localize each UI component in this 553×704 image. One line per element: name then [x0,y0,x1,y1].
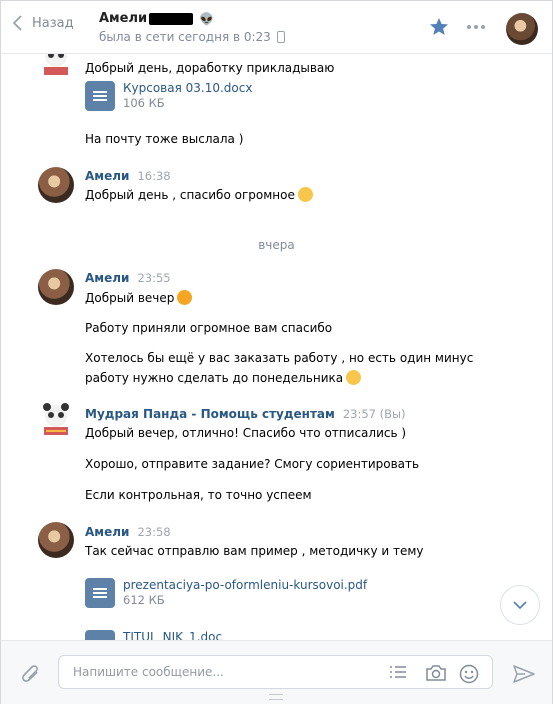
message-text: На почту тоже выслала ) [85,132,244,146]
document-size: 612 КБ [123,593,165,607]
scroll-down-button[interactable] [500,585,540,625]
contact-name: Амели [99,11,148,26]
message-text: Работу приняли огромное вам спасибо [85,321,333,335]
paperclip-icon[interactable] [21,663,41,685]
message-author[interactable]: Мудрая Панда - Помощь студентам 23:57 (Вы… [85,407,406,421]
message-input[interactable] [71,664,375,680]
message-text: Добрый вечер [85,290,193,305]
message-text: Добрый день, доработку прикладываю [85,61,335,75]
message-history[interactable]: Добрый день, доработку прикладываю Курсо… [1,53,552,640]
message-text: Хотелось бы ещё у вас заказать работу , … [85,351,474,365]
send-icon[interactable] [513,665,535,683]
document-attachment[interactable]: TITUL_NIK_1.doc [85,630,222,640]
date-separator: вчера [258,238,295,252]
message-author[interactable]: Амели 23:58 [85,525,171,539]
alien-icon: 👽 [199,11,215,26]
contact-status: была в сети сегодня в 0:23 [99,30,271,44]
header-avatar[interactable] [506,13,538,45]
message-text: Добрый вечер, отлично! Спасибо что отпис… [85,426,407,440]
document-name[interactable]: Курсовая 03.10.docx [123,81,252,95]
document-name[interactable]: prezentaciya-po-oformleniu-kursovoi.pdf [123,578,367,592]
more-icon[interactable] [467,25,485,29]
message-author[interactable]: Амели 16:38 [85,169,171,183]
smile-emoji [177,290,193,305]
document-icon [85,81,115,111]
camera-icon[interactable] [425,664,447,682]
document-size: 106 КБ [123,96,165,110]
emoji-icon[interactable] [459,664,479,684]
template-list-icon[interactable] [389,664,407,680]
smile-emoji [297,187,313,202]
star-icon[interactable] [429,17,449,36]
message-text: Добрый день , спасибо огромное [85,187,313,202]
back-chevron-icon [13,15,22,31]
message-time: 23:58 [137,525,171,539]
message-text: работу нужно сделать до понедельника [85,370,362,385]
message-text: Если контрольная, то точно успеем [85,488,312,502]
document-attachment[interactable]: Курсовая 03.10.docx 106 КБ [85,81,252,111]
contact-info[interactable]: Амели 👽 была в сети сегодня в 0:23 [99,11,285,44]
chat-header: Назад Амели 👽 была в сети сегодня в 0:23 [1,1,552,54]
back-label: Назад [32,15,74,31]
panda-avatar[interactable] [40,53,72,77]
message-author[interactable]: Амели 23:55 [85,271,171,285]
message-text: Так сейчас отправлю вам пример , методич… [85,544,424,558]
redacted-block [149,12,194,25]
user-avatar[interactable] [38,167,74,203]
document-name[interactable]: TITUL_NIK_1.doc [123,630,222,640]
user-avatar[interactable] [38,522,74,558]
message-text: Хорошо, отправите задание? Смогу сориент… [85,457,420,471]
resize-grip[interactable] [269,694,283,700]
phone-icon [276,31,285,43]
message-time: 16:38 [137,169,171,183]
relieved-emoji [346,370,362,385]
message-time: 23:55 [137,271,171,285]
document-attachment[interactable]: prezentaciya-po-oformleniu-kursovoi.pdf … [85,578,367,608]
document-icon [85,578,115,608]
chevron-down-icon [513,601,527,609]
panda-avatar[interactable] [40,403,72,437]
message-time: 23:57 (Вы) [342,407,406,421]
document-icon [85,630,115,640]
back-button[interactable]: Назад [13,15,74,31]
message-input-box[interactable] [58,655,493,689]
user-avatar[interactable] [38,269,74,305]
